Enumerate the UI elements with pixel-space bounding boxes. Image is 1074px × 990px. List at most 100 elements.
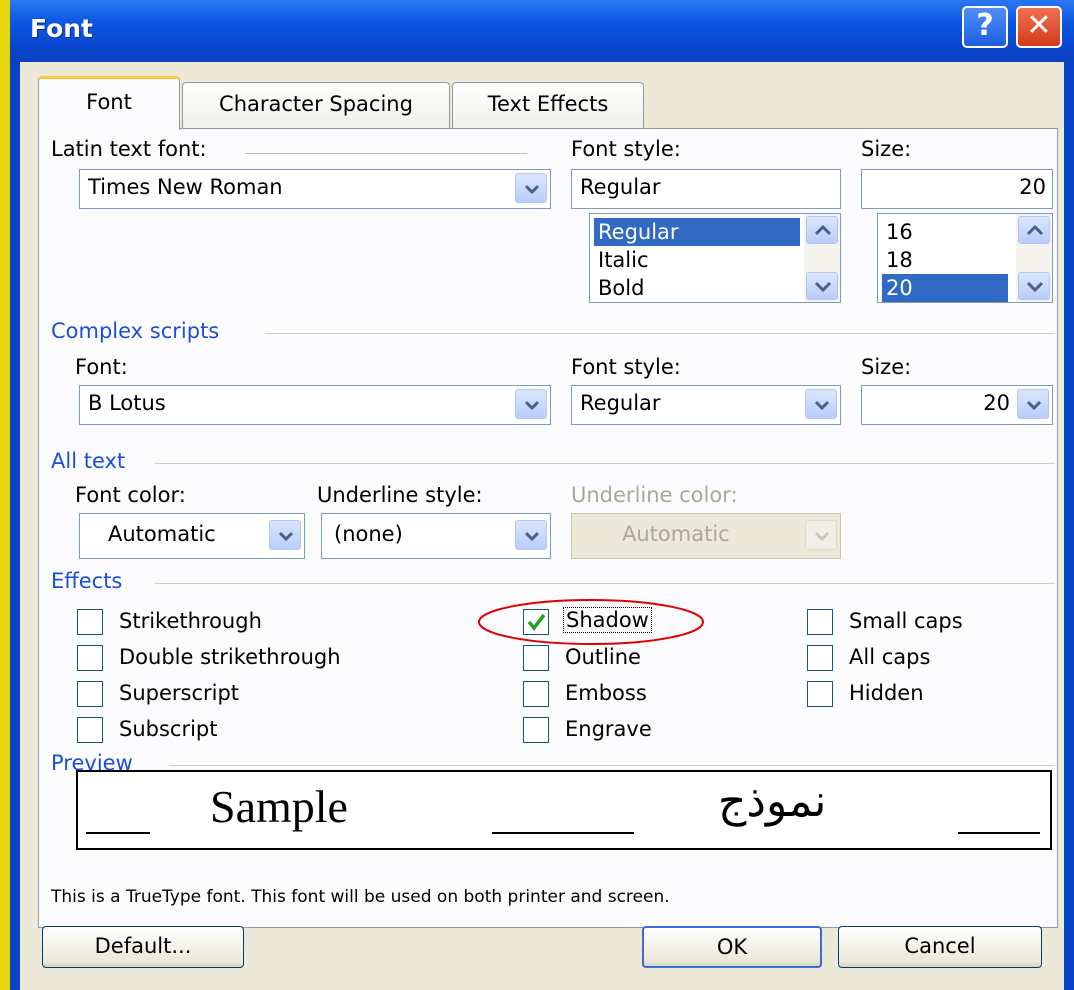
emboss-label[interactable]: Emboss xyxy=(565,681,647,705)
latin-style-input[interactable]: Regular xyxy=(571,169,841,209)
latin-size-input[interactable]: 20 xyxy=(861,169,1053,209)
tab-text-effects[interactable]: Text Effects xyxy=(452,82,644,128)
latin-style-list[interactable]: Regular Italic Bold xyxy=(589,213,841,303)
latin-style-label: Font style: xyxy=(571,137,681,161)
complex-font-value: B Lotus xyxy=(88,391,166,415)
underline-color-dropdown-button xyxy=(805,520,837,550)
font-color-dropdown-button[interactable] xyxy=(269,520,301,550)
complex-style-combo[interactable]: Regular xyxy=(571,385,841,425)
complex-scripts-separator xyxy=(265,333,1055,334)
latin-font-dropdown-button[interactable] xyxy=(515,173,547,203)
latin-style-scrollbar[interactable] xyxy=(804,214,840,302)
preview-box: Sample نموذج xyxy=(76,770,1052,850)
underline-color-label: Underline color: xyxy=(571,483,738,507)
superscript-label[interactable]: Superscript xyxy=(119,681,239,705)
small-caps-checkbox[interactable] xyxy=(807,609,833,635)
list-item[interactable]: Regular xyxy=(594,218,800,246)
font-dialog-window: Font ? ✕ Font Character Spacing Text Eff… xyxy=(10,0,1074,990)
chevron-down-icon xyxy=(525,531,539,541)
outline-label[interactable]: Outline xyxy=(565,645,641,669)
help-button[interactable]: ? xyxy=(962,6,1008,48)
superscript-checkbox[interactable] xyxy=(77,681,103,707)
cancel-button[interactable]: Cancel xyxy=(838,926,1042,968)
tab-character-spacing[interactable]: Character Spacing xyxy=(182,82,450,128)
scroll-down-button[interactable] xyxy=(806,272,838,300)
complex-style-dropdown-button[interactable] xyxy=(805,389,837,419)
chevron-down-icon xyxy=(1027,281,1043,293)
emboss-checkbox[interactable] xyxy=(523,681,549,707)
complex-font-label: Font: xyxy=(75,355,128,379)
font-color-combo[interactable]: Automatic xyxy=(79,513,305,559)
preview-complex-sample: نموذج xyxy=(718,776,827,827)
complex-font-dropdown-button[interactable] xyxy=(515,389,547,419)
complex-size-value: 20 xyxy=(983,391,1010,415)
effects-separator xyxy=(155,583,1055,584)
all-text-separator xyxy=(155,463,1055,464)
chevron-down-icon xyxy=(279,531,293,541)
scroll-down-button[interactable] xyxy=(1018,272,1050,300)
scroll-up-button[interactable] xyxy=(806,216,838,244)
red-highlight-ellipse xyxy=(478,599,704,645)
dialog-client-area: Font Character Spacing Text Effects Lati… xyxy=(20,62,1064,990)
underline-style-value: (none) xyxy=(334,522,403,546)
complex-size-combo[interactable]: 20 xyxy=(861,385,1053,425)
latin-size-list[interactable]: 16 18 20 xyxy=(877,213,1053,303)
hidden-checkbox[interactable] xyxy=(807,681,833,707)
list-item[interactable]: Italic xyxy=(594,246,649,274)
preview-underscore-left xyxy=(86,832,150,834)
underline-style-combo[interactable]: (none) xyxy=(321,513,551,559)
font-color-value: Automatic xyxy=(108,522,216,546)
latin-size-value: 20 xyxy=(1019,175,1046,199)
latin-size-label: Size: xyxy=(861,137,912,161)
list-item[interactable]: 18 xyxy=(882,246,913,274)
latin-size-scrollbar[interactable] xyxy=(1016,214,1052,302)
small-caps-label[interactable]: Small caps xyxy=(849,609,963,633)
latin-font-combo[interactable]: Times New Roman xyxy=(79,169,551,209)
complex-scripts-group-title: Complex scripts xyxy=(51,319,220,343)
double-strikethrough-label[interactable]: Double strikethrough xyxy=(119,645,341,669)
outline-checkbox[interactable] xyxy=(523,645,549,671)
chevron-up-icon xyxy=(1027,225,1043,236)
complex-size-label: Size: xyxy=(861,355,912,379)
underline-color-value: Automatic xyxy=(622,522,730,546)
list-item[interactable]: 20 xyxy=(882,274,1008,302)
complex-font-combo[interactable]: B Lotus xyxy=(79,385,551,425)
chevron-down-icon xyxy=(1027,400,1041,410)
list-item[interactable]: Bold xyxy=(594,274,644,302)
hidden-label[interactable]: Hidden xyxy=(849,681,924,705)
all-caps-checkbox[interactable] xyxy=(807,645,833,671)
chevron-down-icon xyxy=(525,184,539,194)
chevron-down-icon xyxy=(815,281,831,293)
all-text-group-title: All text xyxy=(51,449,126,473)
ok-button[interactable]: OK xyxy=(642,926,822,968)
latin-style-value: Regular xyxy=(580,175,661,199)
complex-size-dropdown-button[interactable] xyxy=(1017,389,1049,419)
default-button[interactable]: Default... xyxy=(42,926,244,968)
list-item[interactable]: 16 xyxy=(882,218,913,246)
dialog-title: Font xyxy=(30,14,93,43)
strikethrough-label[interactable]: Strikethrough xyxy=(119,609,262,633)
latin-font-label: Latin text font: xyxy=(51,137,207,161)
tab-font[interactable]: Font xyxy=(38,76,180,130)
truetype-note: This is a TrueType font. This font will … xyxy=(51,887,670,907)
underline-style-label: Underline style: xyxy=(317,483,483,507)
close-button[interactable]: ✕ xyxy=(1016,6,1062,48)
underline-style-dropdown-button[interactable] xyxy=(515,520,547,550)
all-caps-label[interactable]: All caps xyxy=(849,645,930,669)
engrave-label[interactable]: Engrave xyxy=(565,717,652,741)
font-color-label: Font color: xyxy=(75,483,186,507)
preview-latin-sample: Sample xyxy=(210,781,348,832)
subscript-checkbox[interactable] xyxy=(77,717,103,743)
chevron-up-icon xyxy=(815,225,831,236)
latin-font-label-line xyxy=(245,153,527,154)
scroll-up-button[interactable] xyxy=(1018,216,1050,244)
preview-underscore-right xyxy=(958,832,1040,834)
complex-style-label: Font style: xyxy=(571,355,681,379)
strikethrough-checkbox[interactable] xyxy=(77,609,103,635)
double-strikethrough-checkbox[interactable] xyxy=(77,645,103,671)
underline-color-combo: Automatic xyxy=(571,513,841,559)
title-bar[interactable]: Font ? ✕ xyxy=(10,0,1074,62)
latin-font-value: Times New Roman xyxy=(88,175,283,199)
engrave-checkbox[interactable] xyxy=(523,717,549,743)
subscript-label[interactable]: Subscript xyxy=(119,717,218,741)
